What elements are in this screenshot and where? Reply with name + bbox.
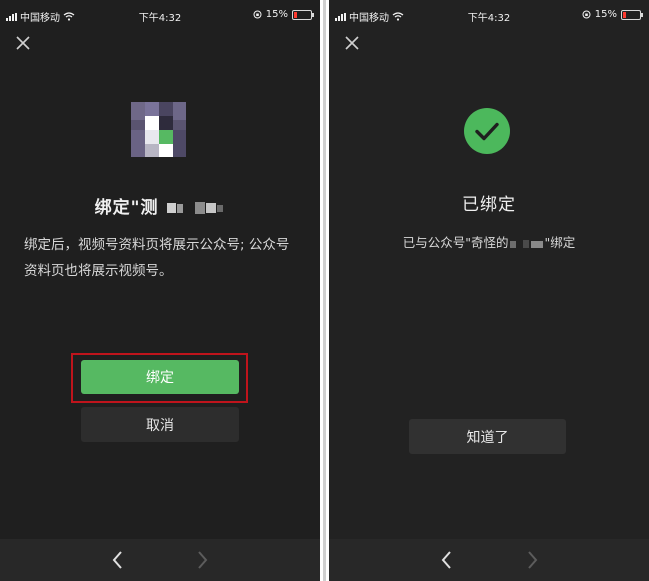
back-arrow-icon[interactable]	[439, 549, 453, 571]
bind-description: 绑定后，视频号资料页将展示公众号; 公众号资料页也将展示视频号。	[24, 237, 290, 279]
bound-message-prefix: 已与公众号"奇怪的	[402, 235, 509, 250]
battery-percent: 15%	[265, 9, 288, 20]
redacted-account-name	[509, 239, 543, 248]
bound-title: 已绑定	[462, 195, 516, 215]
close-icon[interactable]	[14, 34, 32, 52]
battery-icon	[621, 9, 643, 20]
lock-rotation-icon	[253, 10, 262, 19]
bound-message-suffix: "绑定	[544, 235, 576, 250]
bind-title: 绑定"测	[0, 193, 320, 218]
back-arrow-icon[interactable]	[110, 549, 124, 571]
status-bar: 中国移动 下午4:32 15%	[0, 0, 320, 30]
bind-button[interactable]: 绑定	[81, 360, 239, 394]
close-icon[interactable]	[343, 34, 361, 52]
lock-rotation-icon	[582, 10, 591, 19]
cancel-button[interactable]: 取消	[81, 407, 239, 442]
bind-title-text: 绑定"测	[94, 198, 159, 218]
bound-message: 已与公众号"奇怪的 "绑定	[329, 232, 649, 251]
forward-arrow-icon[interactable]	[526, 549, 540, 571]
check-icon	[464, 108, 510, 154]
bind-screen: 中国移动 下午4:32 15% 绑定"测 绑定后，视频号资料页将展示公众号; 公…	[0, 0, 320, 581]
bottom-nav-bar	[329, 539, 649, 581]
bottom-nav-bar	[0, 539, 320, 581]
battery-icon	[292, 9, 314, 20]
got-it-button[interactable]: 知道了	[409, 419, 566, 454]
bound-screen: 中国移动 下午4:32 15% 已绑定 已与公众号"奇怪的 "绑定 知道了	[329, 0, 649, 581]
forward-arrow-icon[interactable]	[196, 549, 210, 571]
battery-percent: 15%	[594, 9, 617, 20]
channel-avatar	[131, 102, 186, 157]
redacted-name	[167, 202, 224, 214]
divider	[320, 0, 329, 581]
status-bar: 中国移动 下午4:32 15%	[329, 0, 649, 30]
